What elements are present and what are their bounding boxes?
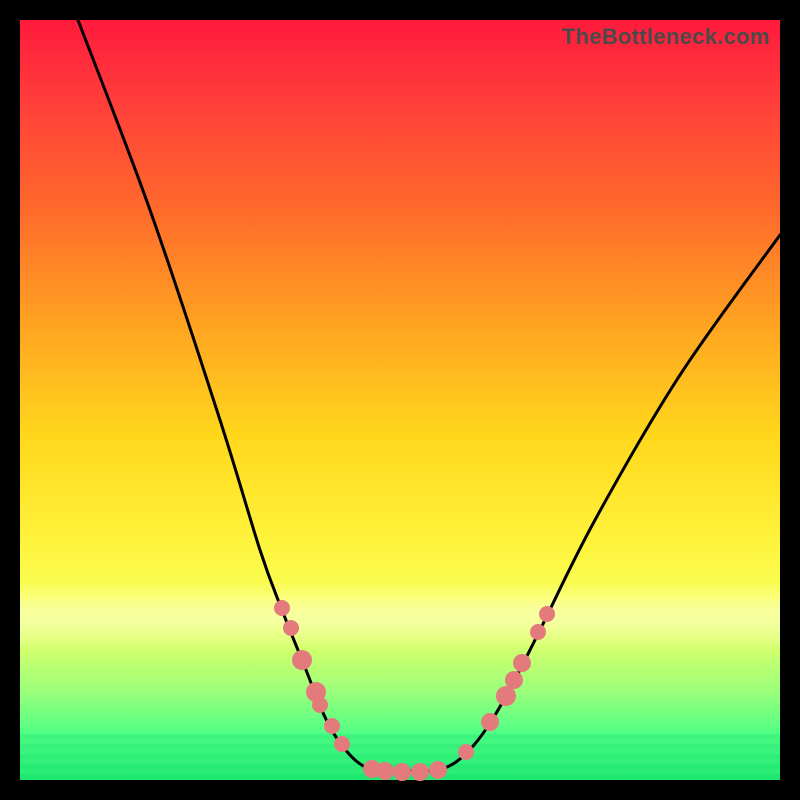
marker-dot [292, 650, 312, 670]
left-curve [78, 20, 372, 771]
marker-dot [429, 761, 447, 779]
right-curve [438, 235, 780, 771]
marker-dot [481, 713, 499, 731]
marker-dot [274, 600, 290, 616]
marker-dot [458, 744, 474, 760]
marker-dot [324, 718, 340, 734]
curve-svg [20, 20, 780, 780]
marker-dot [539, 606, 555, 622]
marker-dot [530, 624, 546, 640]
plot-area: TheBottleneck.com [20, 20, 780, 780]
marker-dot [393, 763, 411, 781]
marker-dot [312, 697, 328, 713]
marker-dot [411, 763, 429, 781]
marker-dot [283, 620, 299, 636]
marker-dots [274, 600, 555, 781]
marker-dot [505, 671, 523, 689]
watermark-text: TheBottleneck.com [562, 24, 770, 50]
marker-dot [376, 762, 394, 780]
chart-frame: TheBottleneck.com [0, 0, 800, 800]
marker-dot [334, 736, 350, 752]
marker-dot [513, 654, 531, 672]
marker-dot [496, 686, 516, 706]
